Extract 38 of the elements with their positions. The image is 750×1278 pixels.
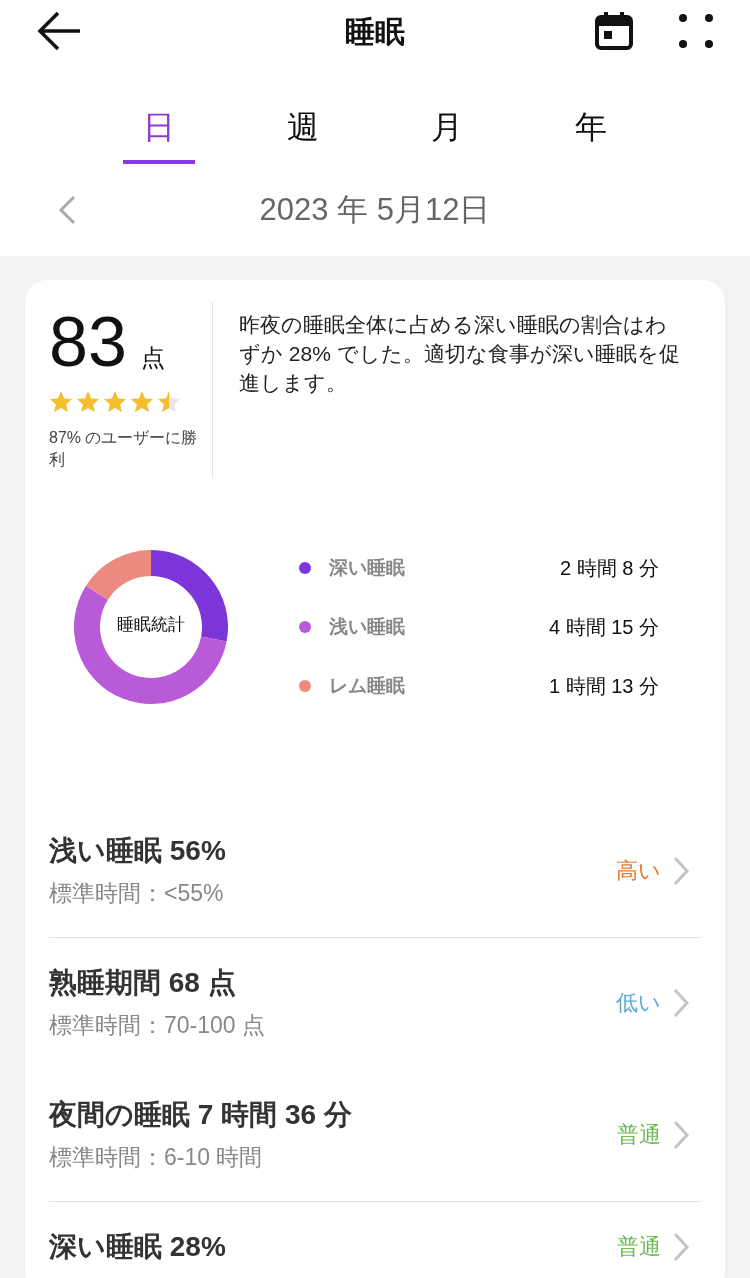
- chart-title: 睡眠統計: [116, 614, 186, 636]
- period-tab[interactable]: 月: [375, 102, 519, 164]
- legend-value: 4 時間 15 分: [548, 614, 659, 640]
- chevron-right-icon[interactable]: [673, 855, 689, 886]
- legend-value: 2 時間 8 分: [560, 555, 659, 581]
- back-button[interactable]: [36, 11, 82, 51]
- metric-title: 夜間の睡眠 7 時間 36 分: [49, 1098, 353, 1132]
- period-tab[interactable]: 週: [231, 102, 375, 164]
- metric-standard: 標準時間：<55%: [49, 879, 225, 908]
- page-title: 睡眠: [344, 14, 406, 50]
- legend-label: 深い睡眠: [329, 556, 406, 580]
- star-icon: [103, 390, 127, 413]
- advice-text: 昨夜の睡眠全体に占める深い睡眠の割合はわずか 28% でした。適切な食事が深い睡眠を促進します。: [238, 312, 681, 396]
- status-label[interactable]: 高い: [616, 855, 661, 886]
- metric-standard: 標準時間：70-100 点: [49, 1011, 266, 1040]
- star-icon: [130, 390, 154, 413]
- legend-label: 浅い睡眠: [329, 615, 406, 639]
- star-icon: [49, 390, 73, 413]
- star-icon: [76, 390, 100, 413]
- chevron-right-icon[interactable]: [673, 987, 689, 1018]
- date-label: 2023 年 5月12日: [258, 191, 492, 229]
- chevron-right-icon[interactable]: [673, 1119, 689, 1150]
- chevron-left-icon[interactable]: [58, 195, 76, 225]
- legend-label: レム睡眠: [329, 674, 406, 698]
- chevron-right-icon[interactable]: [673, 1232, 689, 1262]
- rank-text: 87% のユーザーに勝利: [49, 428, 199, 470]
- score-unit: 点: [140, 343, 165, 373]
- star-icon: [157, 390, 181, 413]
- metric-title: 熟睡期間 68 点: [49, 966, 237, 1000]
- period-tab[interactable]: 日: [87, 102, 231, 164]
- metric-standard: 標準時間：6-10 時間: [49, 1143, 264, 1172]
- sleep-score: 83: [49, 302, 127, 382]
- period-tab[interactable]: 年: [519, 102, 663, 164]
- metric-title: 深い睡眠 28%: [49, 1230, 227, 1264]
- calendar-icon[interactable]: [594, 11, 634, 51]
- legend-value: 1 時間 13 分: [548, 673, 659, 699]
- more-icon[interactable]: [678, 13, 714, 49]
- metric-title: 浅い睡眠 56%: [49, 834, 227, 868]
